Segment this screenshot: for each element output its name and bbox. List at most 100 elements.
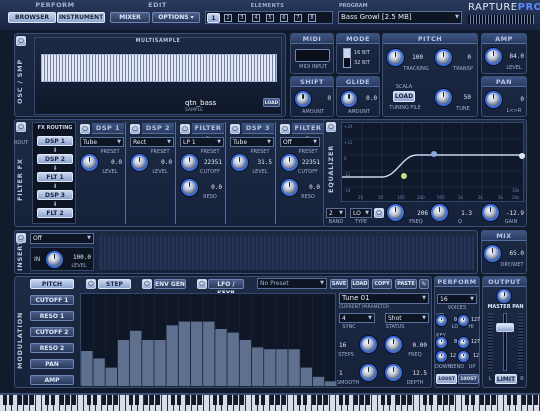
- mode-switch[interactable]: [343, 48, 351, 68]
- step-bar[interactable]: [93, 358, 105, 386]
- dsp2-power-toggle[interactable]: ⏻: [130, 124, 140, 134]
- freq-knob[interactable]: [385, 336, 402, 353]
- lfo-power[interactable]: ⏻: [197, 279, 207, 289]
- mod-preset-dropdown[interactable]: No Preset: [257, 278, 327, 289]
- step-bar[interactable]: [288, 349, 300, 386]
- step-bar[interactable]: [105, 367, 117, 386]
- filter2-power-toggle[interactable]: ⏻: [280, 124, 290, 134]
- routing-dsp1[interactable]: DSP 1: [37, 136, 73, 146]
- element-1-button[interactable]: 1: [207, 13, 220, 23]
- env-gen-tab[interactable]: ENV GEN: [154, 279, 186, 289]
- voices-dropdown[interactable]: 16: [437, 294, 477, 304]
- step-bar[interactable]: [142, 340, 154, 386]
- filter1-power-toggle[interactable]: ⏻: [180, 124, 190, 134]
- step-bar[interactable]: [300, 367, 312, 386]
- step-bar[interactable]: [312, 376, 325, 386]
- element-3-button[interactable]: 3: [238, 14, 246, 22]
- routing-dsp2[interactable]: DSP 2: [37, 154, 73, 164]
- step-bar[interactable]: [129, 330, 142, 386]
- step-bar[interactable]: [239, 340, 252, 386]
- eq-q-knob[interactable]: [431, 204, 448, 221]
- step-sequencer[interactable]: [80, 293, 337, 386]
- tune-knob[interactable]: [435, 89, 452, 106]
- filter1-type-dropdown[interactable]: LP 1: [180, 137, 224, 147]
- options-button[interactable]: OPTIONS ▾: [152, 12, 200, 23]
- program-dropdown[interactable]: Bass Growl [2.5 MB]: [338, 11, 462, 24]
- element-7-button[interactable]: 7: [294, 14, 302, 22]
- glide-amount-knob[interactable]: [341, 91, 357, 107]
- routing-flt2[interactable]: FLT 2: [37, 208, 73, 218]
- dsp3-power-toggle[interactable]: ⏻: [230, 124, 240, 134]
- transpose-knob[interactable]: [435, 49, 452, 66]
- dsp3-type-dropdown[interactable]: Tube: [230, 137, 274, 147]
- filter2-type-dropdown[interactable]: Off: [280, 137, 320, 147]
- amp-level-knob[interactable]: [485, 48, 502, 65]
- dsp2-type-dropdown[interactable]: Rect: [130, 137, 174, 147]
- insert-level-knob[interactable]: [46, 251, 63, 268]
- lfo-keyb-tab[interactable]: LFO / KEYB: [208, 279, 244, 297]
- pan-knob[interactable]: [485, 91, 502, 108]
- step-bar[interactable]: [178, 321, 191, 386]
- vel-lo-knob[interactable]: [436, 315, 447, 326]
- eq-power-toggle[interactable]: ⏻: [326, 122, 336, 132]
- step-bar[interactable]: [276, 349, 288, 386]
- tuning-load-button[interactable]: LOAD: [393, 91, 415, 102]
- limit-button[interactable]: LIMIT: [495, 374, 517, 384]
- mod-target-reso2[interactable]: RESO 2: [30, 343, 74, 353]
- routing-flt1[interactable]: FLT 1: [37, 172, 73, 182]
- master-pan-knob[interactable]: [497, 289, 511, 303]
- depth-knob[interactable]: [385, 364, 402, 381]
- step-bar[interactable]: [324, 381, 337, 386]
- routing-dsp3[interactable]: DSP 3: [37, 190, 73, 200]
- mixer-button[interactable]: MIXER: [110, 12, 150, 23]
- sync-dropdown[interactable]: 4: [339, 313, 375, 323]
- eq-graph[interactable]: +24 +12 0 -12 -24 20 50 100 200 500 1k 2…: [341, 122, 525, 203]
- element-5-button[interactable]: 5: [266, 14, 274, 22]
- sample-load-button[interactable]: LOAD: [263, 98, 280, 107]
- osc-power-toggle[interactable]: ⏻: [16, 36, 26, 46]
- instrument-button[interactable]: INSTRUMENT: [57, 12, 105, 23]
- step-bar[interactable]: [154, 340, 166, 386]
- step-gen-tab[interactable]: STEP GEN: [98, 279, 131, 297]
- mod-target-cutoff2[interactable]: CUTOFF 2: [30, 327, 74, 337]
- env-gen-power[interactable]: ⏻: [142, 279, 152, 289]
- mod-copy-button[interactable]: COPY: [372, 279, 392, 289]
- piano-keyboard[interactable]: [0, 393, 540, 411]
- mod-target-reso1[interactable]: RESO 1: [30, 311, 74, 321]
- unison-a-button[interactable]: 1OUST: [436, 374, 457, 384]
- steps-knob[interactable]: [360, 336, 377, 353]
- browser-button[interactable]: BROWSER: [8, 12, 56, 23]
- tracking-knob[interactable]: [387, 49, 404, 66]
- status-dropdown[interactable]: Shot: [385, 313, 429, 323]
- keyboard-zone[interactable]: [41, 54, 277, 82]
- eq-freq-knob[interactable]: [387, 204, 404, 221]
- step-bar[interactable]: [81, 351, 93, 386]
- element-4-button[interactable]: 4: [252, 14, 260, 22]
- step-bar[interactable]: [117, 340, 130, 386]
- eq-band-handle[interactable]: [401, 173, 407, 179]
- insert-type-dropdown[interactable]: Off: [30, 233, 94, 244]
- midi-input-field[interactable]: [295, 49, 330, 62]
- smooth-knob[interactable]: [360, 364, 377, 381]
- master-volume-fader[interactable]: [496, 323, 514, 332]
- eq-band-dropdown[interactable]: 2: [326, 208, 346, 218]
- shift-amount-knob[interactable]: [295, 91, 311, 107]
- step-bar[interactable]: [227, 332, 239, 386]
- eq-band-handle[interactable]: [431, 151, 437, 157]
- key-lo-knob[interactable]: [436, 337, 447, 348]
- step-bar[interactable]: [202, 321, 215, 386]
- mod-target-pan[interactable]: PAN: [30, 359, 74, 369]
- mod-target-pitch[interactable]: PITCH: [30, 279, 74, 289]
- mod-target-cutoff1[interactable]: CUTOFF 1: [30, 295, 74, 305]
- unison-b-button[interactable]: 10OST: [458, 374, 479, 384]
- eq-type-power[interactable]: ⏻: [374, 208, 384, 218]
- drywet-knob[interactable]: [484, 245, 501, 262]
- step-bar[interactable]: [251, 347, 264, 386]
- step-bar[interactable]: [263, 349, 276, 386]
- eq-band-handle[interactable]: [519, 153, 525, 159]
- dsp1-type-dropdown[interactable]: Tube: [80, 137, 124, 147]
- dsp1-power-toggle[interactable]: ⏻: [80, 124, 90, 134]
- step-bar[interactable]: [190, 321, 203, 386]
- filter-fx-power-toggle[interactable]: ⏻: [16, 122, 26, 132]
- tune-name-field[interactable]: Tune 01: [339, 293, 429, 304]
